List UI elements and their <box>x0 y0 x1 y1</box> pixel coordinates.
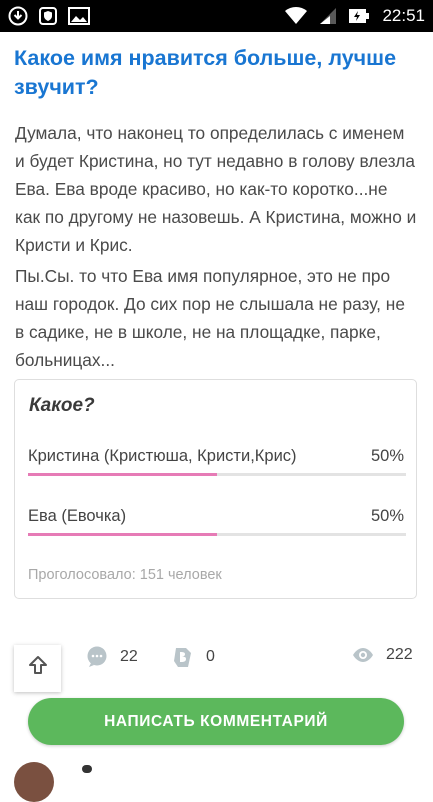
poll-option-bar <box>28 473 406 476</box>
like-badge-icon <box>172 646 194 668</box>
likes-count[interactable]: 0 <box>172 646 215 668</box>
share-button[interactable] <box>14 645 61 692</box>
comment-author-peek <box>82 765 92 773</box>
comments-count[interactable]: 22 <box>86 646 138 668</box>
likes-count-value: 0 <box>206 648 215 665</box>
avatar[interactable] <box>14 762 54 802</box>
status-bar: 22:51 <box>0 0 433 32</box>
poll-card: Какое? Кристина (Кристюша, Кристи,Крис) … <box>14 379 417 599</box>
views-count-value: 222 <box>386 646 413 663</box>
share-arrow-icon <box>26 654 50 683</box>
eye-icon <box>352 647 374 663</box>
comment-bubble-icon <box>86 646 108 668</box>
poll-option-bar-fill <box>28 533 217 536</box>
shield-app-icon <box>38 6 58 26</box>
post-paragraph-2: Пы.Сы. то что Ева имя популярное, это не… <box>15 266 405 370</box>
signal-icon <box>318 6 338 26</box>
battery-icon <box>348 6 370 26</box>
poll-option-label: Ева (Евочка) <box>28 507 127 525</box>
poll-question: Какое? <box>29 395 95 416</box>
post-title: Какое имя нравится больше, лучше звучит? <box>14 46 397 99</box>
poll-total-votes: Проголосовало: 151 человек <box>28 567 222 583</box>
status-time: 22:51 <box>382 6 425 25</box>
wifi-icon <box>284 6 308 26</box>
poll-option-percent: 50% <box>370 447 404 465</box>
image-icon <box>68 7 90 25</box>
write-comment-button[interactable]: НАПИСАТЬ КОММЕНТАРИЙ <box>28 698 404 745</box>
poll-option-bar-fill <box>28 473 217 476</box>
poll-option-percent: 50% <box>370 507 404 525</box>
post-paragraph-1: Думала, что наконец то определилась с им… <box>15 123 417 255</box>
poll-option-bar <box>28 533 406 536</box>
poll-option-label: Кристина (Кристюша, Кристи,Крис) <box>28 447 297 465</box>
comments-count-value: 22 <box>120 648 138 665</box>
views-count: 222 <box>352 646 413 664</box>
download-icon <box>8 6 28 26</box>
